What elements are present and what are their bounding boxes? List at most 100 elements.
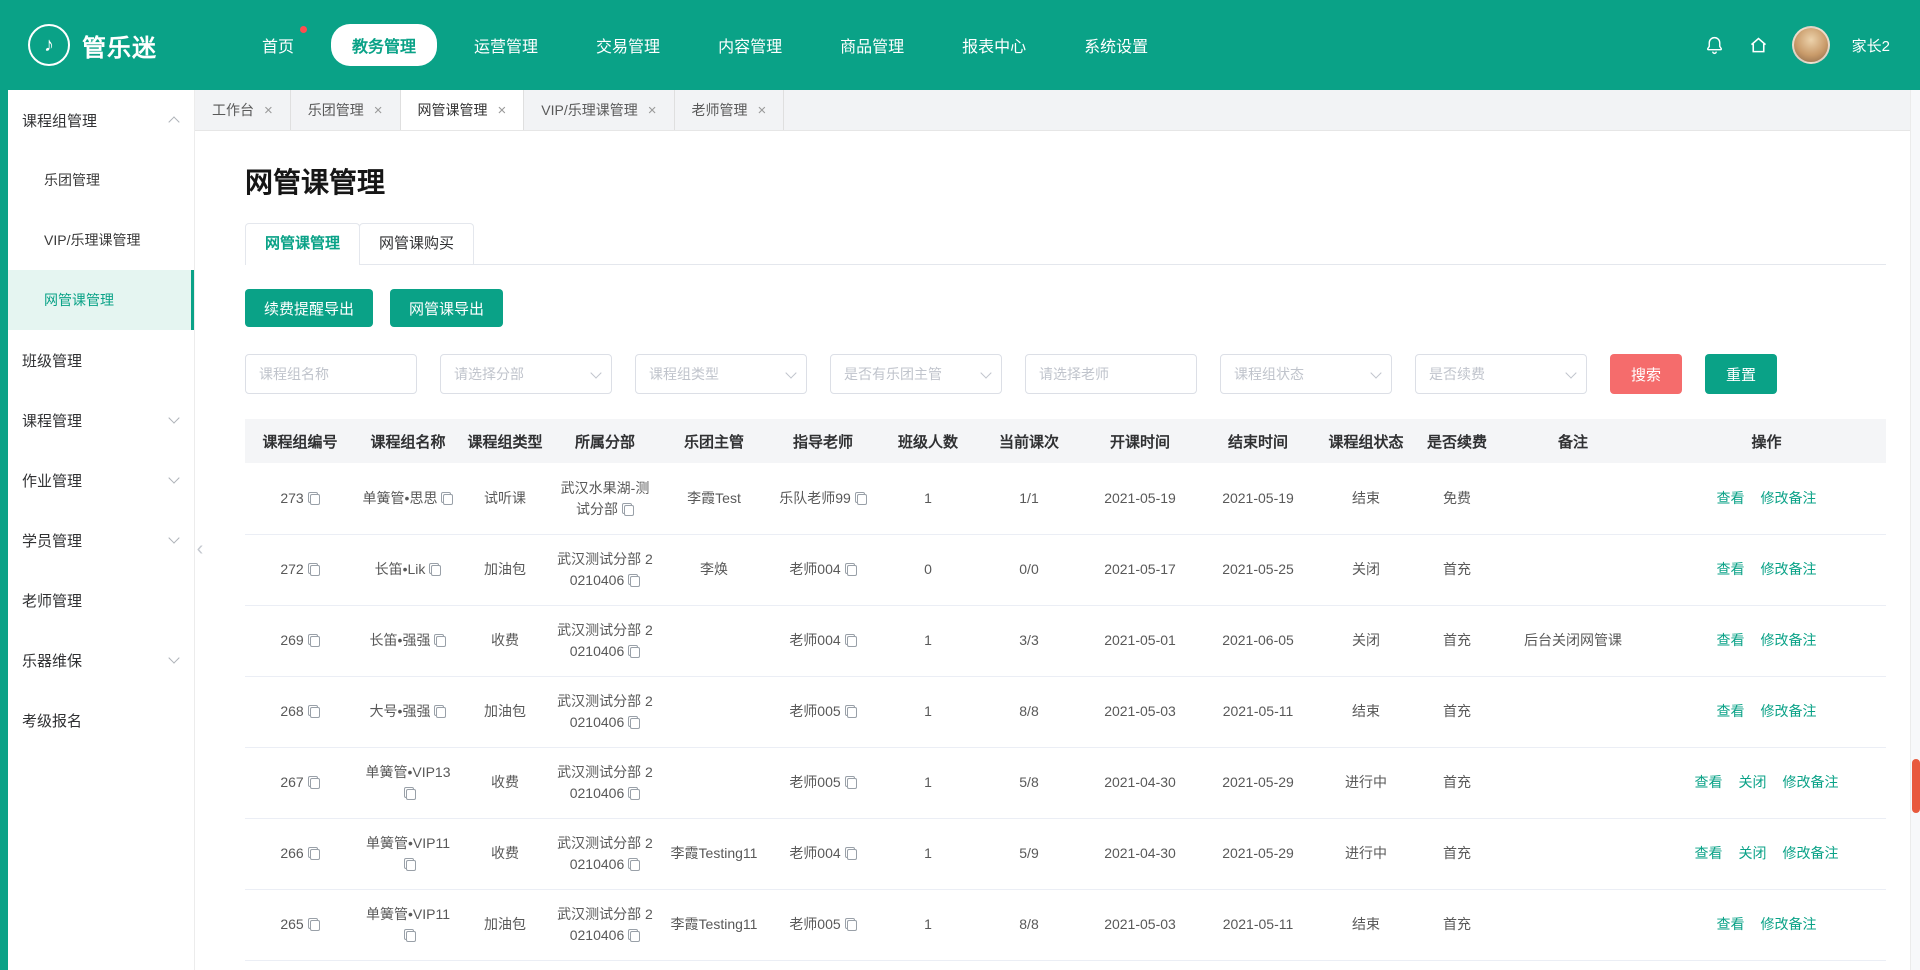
nav-item-home[interactable]: 首页 [241, 24, 315, 66]
renew-reminder-export-button[interactable]: 续费提醒导出 [245, 289, 373, 327]
tab-online-course-management[interactable]: 网管课管理 [245, 223, 360, 264]
action-edit-remark[interactable]: 修改备注 [1783, 774, 1839, 790]
action-edit-remark[interactable]: 修改备注 [1783, 845, 1839, 861]
filter-branch[interactable] [440, 354, 612, 394]
close-tab-icon[interactable]: × [498, 103, 507, 118]
filter-branch-input[interactable] [452, 365, 588, 383]
filter-course-group-type[interactable] [635, 354, 807, 394]
copy-icon[interactable] [628, 929, 640, 942]
close-tab-icon[interactable]: × [264, 103, 273, 118]
nav-item-trade[interactable]: 交易管理 [575, 24, 681, 66]
nav-item-content[interactable]: 内容管理 [697, 24, 803, 66]
action-edit-remark[interactable]: 修改备注 [1761, 490, 1817, 506]
sidebar-item-course-management[interactable]: 课程管理 [8, 390, 194, 450]
sidebar-item-homework-management[interactable]: 作业管理 [8, 450, 194, 510]
action-edit-remark[interactable]: 修改备注 [1761, 561, 1817, 577]
bell-icon[interactable] [1704, 34, 1726, 56]
sidebar-item-orchestra-management[interactable]: 乐团管理 [8, 150, 194, 210]
action-view[interactable]: 查看 [1695, 845, 1723, 861]
filter-renew-input[interactable] [1427, 365, 1563, 383]
open-tab-orchestra-management[interactable]: 乐团管理× [291, 90, 401, 130]
copy-icon[interactable] [855, 492, 867, 505]
copy-icon[interactable] [845, 634, 857, 647]
sidebar-item-teacher-management[interactable]: 老师管理 [8, 570, 194, 630]
sidebar-item-course-group-management[interactable]: 课程组管理 [8, 90, 194, 150]
filter-teacher-input[interactable] [1037, 365, 1185, 383]
copy-icon[interactable] [628, 858, 640, 871]
tab-online-course-purchase[interactable]: 网管课购买 [359, 223, 474, 264]
search-button[interactable]: 搜索 [1610, 354, 1682, 394]
sidebar-item-online-course-management[interactable]: 网管课管理 [8, 270, 194, 330]
copy-icon[interactable] [628, 716, 640, 729]
sidebar-item-class-management[interactable]: 班级管理 [8, 330, 194, 390]
sidebar-collapse-handle[interactable]: ‹ [192, 521, 208, 577]
filter-course-group-status-input[interactable] [1232, 365, 1368, 383]
action-view[interactable]: 查看 [1717, 703, 1745, 719]
action-view[interactable]: 查看 [1717, 561, 1745, 577]
action-view[interactable]: 查看 [1717, 490, 1745, 506]
home-icon[interactable] [1748, 34, 1770, 56]
close-tab-icon[interactable]: × [374, 103, 383, 118]
copy-icon[interactable] [845, 776, 857, 789]
nav-item-system[interactable]: 系统设置 [1063, 24, 1169, 66]
copy-icon[interactable] [308, 847, 320, 860]
close-tab-icon[interactable]: × [758, 103, 767, 118]
page-scrollbar[interactable] [1910, 90, 1920, 970]
copy-icon[interactable] [628, 787, 640, 800]
copy-icon[interactable] [404, 929, 416, 942]
copy-icon[interactable] [308, 634, 320, 647]
copy-icon[interactable] [434, 705, 446, 718]
copy-icon[interactable] [308, 492, 320, 505]
nav-item-operations[interactable]: 运营管理 [453, 24, 559, 66]
filter-has-orchestra-supervisor[interactable] [830, 354, 1002, 394]
copy-icon[interactable] [308, 705, 320, 718]
filter-course-group-status[interactable] [1220, 354, 1392, 394]
nav-item-goods[interactable]: 商品管理 [819, 24, 925, 66]
sidebar-item-instrument-maintenance[interactable]: 乐器维保 [8, 630, 194, 690]
copy-icon[interactable] [845, 563, 857, 576]
open-tab-online-course-management[interactable]: 网管课管理× [401, 90, 525, 130]
action-edit-remark[interactable]: 修改备注 [1761, 703, 1817, 719]
close-tab-icon[interactable]: × [648, 103, 657, 118]
nav-item-edu-admin[interactable]: 教务管理 [331, 24, 437, 66]
action-edit-remark[interactable]: 修改备注 [1761, 916, 1817, 932]
filter-renew[interactable] [1415, 354, 1587, 394]
nav-item-reports[interactable]: 报表中心 [941, 24, 1047, 66]
copy-icon[interactable] [845, 847, 857, 860]
sidebar-item-student-management[interactable]: 学员管理 [8, 510, 194, 570]
copy-icon[interactable] [845, 705, 857, 718]
copy-icon[interactable] [628, 574, 640, 587]
action-view[interactable]: 查看 [1717, 916, 1745, 932]
action-edit-remark[interactable]: 修改备注 [1761, 632, 1817, 648]
copy-icon[interactable] [404, 858, 416, 871]
action-close[interactable]: 关闭 [1739, 845, 1767, 861]
action-view[interactable]: 查看 [1695, 774, 1723, 790]
open-tab-workbench[interactable]: 工作台× [195, 90, 291, 130]
reset-button[interactable]: 重置 [1705, 354, 1777, 394]
filter-course-group-name-input[interactable] [257, 365, 405, 383]
filter-has-orchestra-supervisor-input[interactable] [842, 365, 978, 383]
copy-icon[interactable] [429, 563, 441, 576]
copy-icon[interactable] [308, 776, 320, 789]
filter-teacher[interactable] [1025, 354, 1197, 394]
copy-icon[interactable] [434, 634, 446, 647]
sidebar-item-vip-music-theory-management[interactable]: VIP/乐理课管理 [8, 210, 194, 270]
filter-course-group-name[interactable] [245, 354, 417, 394]
online-course-export-button[interactable]: 网管课导出 [390, 289, 503, 327]
action-view[interactable]: 查看 [1717, 632, 1745, 648]
scrollbar-thumb[interactable] [1912, 759, 1920, 813]
copy-icon[interactable] [308, 563, 320, 576]
action-close[interactable]: 关闭 [1739, 774, 1767, 790]
app-logo[interactable]: ♪ 管乐迷 [0, 24, 195, 66]
open-tab-teacher-management[interactable]: 老师管理× [675, 90, 785, 130]
copy-icon[interactable] [441, 492, 453, 505]
sidebar-item-exam-registration[interactable]: 考级报名 [8, 690, 194, 750]
copy-icon[interactable] [404, 787, 416, 800]
copy-icon[interactable] [628, 645, 640, 658]
copy-icon[interactable] [845, 918, 857, 931]
open-tab-vip-music-theory-management[interactable]: VIP/乐理课管理× [524, 90, 674, 130]
filter-course-group-type-input[interactable] [647, 365, 783, 383]
copy-icon[interactable] [622, 503, 634, 516]
user-avatar[interactable] [1792, 26, 1830, 64]
copy-icon[interactable] [308, 918, 320, 931]
